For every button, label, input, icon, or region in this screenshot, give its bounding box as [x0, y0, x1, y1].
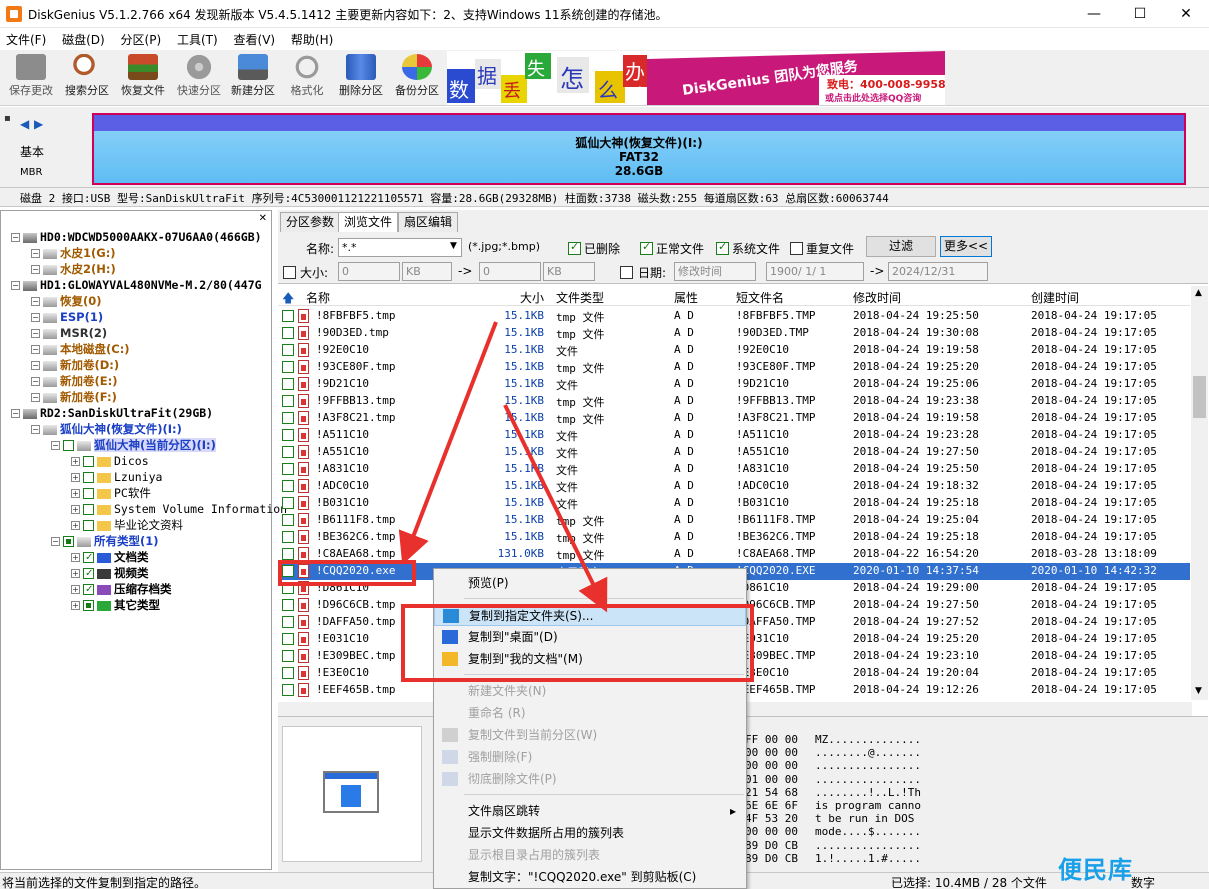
annotation-arrow-to-file — [398, 321, 498, 565]
annotation-arrow-to-menu — [503, 404, 608, 613]
annotation-arrows — [398, 321, 608, 613]
